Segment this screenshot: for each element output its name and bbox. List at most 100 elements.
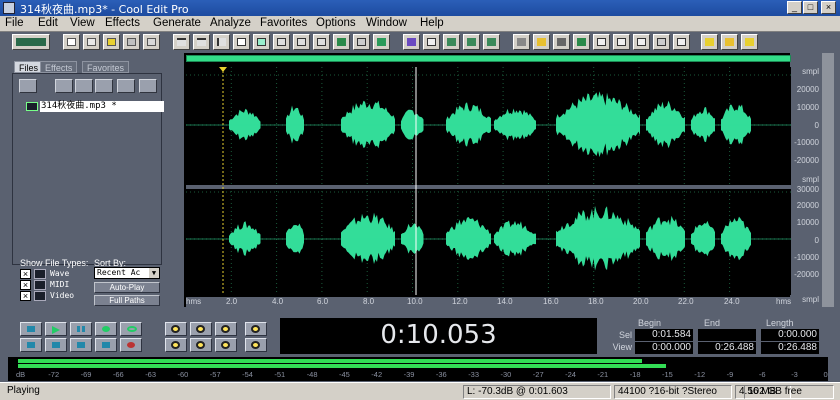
trim-button[interactable] bbox=[313, 34, 330, 50]
sel-length-field[interactable]: 0:00.000 bbox=[761, 329, 819, 341]
grid-button[interactable] bbox=[443, 34, 460, 50]
meter-scale-label: -12 bbox=[694, 370, 706, 379]
close-button[interactable]: × bbox=[821, 1, 836, 14]
play-to-end-button[interactable] bbox=[95, 322, 117, 336]
vertical-scrollbar[interactable] bbox=[822, 53, 834, 307]
zoom-full-icon bbox=[221, 325, 230, 333]
close-file-button[interactable] bbox=[123, 34, 140, 50]
menu-file[interactable]: File bbox=[5, 17, 24, 29]
view-end-field[interactable]: 0:26.488 bbox=[698, 342, 756, 354]
menu-view[interactable]: View bbox=[70, 17, 95, 29]
view-button[interactable] bbox=[673, 34, 690, 50]
menu-help[interactable]: Help bbox=[420, 17, 444, 29]
menu-generate[interactable]: Generate bbox=[153, 17, 201, 29]
paste-button[interactable] bbox=[253, 34, 270, 50]
go-to-end-button[interactable] bbox=[95, 338, 117, 352]
pause-button[interactable] bbox=[70, 322, 92, 336]
tab-effects[interactable]: Effects bbox=[40, 61, 78, 73]
zoom-full-button[interactable] bbox=[215, 322, 237, 336]
level-meter[interactable]: dB -72 -69 -66 -63 -60 -57 -54 -51 -48 -45 -42 -39 -3… bbox=[8, 357, 828, 381]
zoom-out-vertical-button[interactable] bbox=[245, 338, 267, 352]
list-item[interactable]: 314秋夜曲.mp3 * bbox=[26, 101, 164, 112]
play-button[interactable] bbox=[45, 322, 67, 336]
zoom-out-button[interactable] bbox=[190, 322, 212, 336]
view-length-field[interactable]: 0:26.488 bbox=[761, 342, 819, 354]
cd-burn-button[interactable] bbox=[701, 34, 718, 50]
snapshot-button[interactable] bbox=[353, 34, 370, 50]
level-button[interactable] bbox=[613, 34, 630, 50]
envelope-button[interactable] bbox=[423, 34, 440, 50]
menu-edit[interactable]: Edit bbox=[38, 17, 58, 29]
menu-analyze[interactable]: Analyze bbox=[210, 17, 251, 29]
copy-button[interactable] bbox=[233, 34, 250, 50]
play-icon bbox=[52, 326, 60, 334]
close-file-icon[interactable] bbox=[55, 79, 73, 93]
loop-button[interactable] bbox=[120, 322, 142, 336]
favorites-button[interactable] bbox=[653, 34, 670, 50]
video-checkbox[interactable]: × bbox=[20, 291, 31, 301]
undo-button[interactable] bbox=[173, 34, 190, 50]
wave-checkbox[interactable]: × bbox=[20, 269, 31, 279]
settings-button[interactable] bbox=[533, 34, 550, 50]
chevron-down-icon[interactable]: ▼ bbox=[149, 268, 159, 278]
organize-icon[interactable] bbox=[117, 79, 135, 93]
mix-paste-button[interactable] bbox=[273, 34, 290, 50]
zoom-selection-button[interactable] bbox=[165, 338, 187, 352]
import-icon[interactable] bbox=[75, 79, 93, 93]
new-button[interactable] bbox=[63, 34, 80, 50]
sel-begin-field[interactable]: 0:01.584 bbox=[635, 329, 693, 341]
app-icon[interactable] bbox=[3, 2, 15, 14]
help-icon[interactable] bbox=[139, 79, 157, 93]
export-button[interactable] bbox=[373, 34, 390, 50]
menu-favorites[interactable]: Favorites bbox=[260, 17, 307, 29]
help-button[interactable] bbox=[741, 34, 758, 50]
sort-by-select[interactable]: Recent Ac ▼ bbox=[94, 267, 160, 279]
overview-bar[interactable] bbox=[186, 55, 791, 62]
spectral-button[interactable] bbox=[403, 34, 420, 50]
sel-end-field[interactable] bbox=[698, 329, 756, 341]
print-button[interactable] bbox=[143, 34, 160, 50]
meter-scale-label: -69 bbox=[80, 370, 92, 379]
mark-button[interactable] bbox=[333, 34, 350, 50]
save-button[interactable] bbox=[103, 34, 120, 50]
menu-effects[interactable]: Effects bbox=[105, 17, 140, 29]
redo-button[interactable] bbox=[193, 34, 210, 50]
zoom-in-vertical-button[interactable] bbox=[245, 322, 267, 336]
fast-forward-button[interactable] bbox=[70, 338, 92, 352]
play-list-button[interactable] bbox=[483, 34, 500, 50]
delete-button[interactable] bbox=[293, 34, 310, 50]
cut-button[interactable] bbox=[213, 34, 230, 50]
info-button[interactable] bbox=[513, 34, 530, 50]
stop-button[interactable] bbox=[20, 322, 42, 336]
frequency-button[interactable] bbox=[573, 34, 590, 50]
cd-button[interactable] bbox=[633, 34, 650, 50]
menu-options[interactable]: Options bbox=[316, 17, 356, 29]
zoom-right-button[interactable] bbox=[215, 338, 237, 352]
midi-checkbox[interactable]: × bbox=[20, 280, 31, 290]
menu-window[interactable]: Window bbox=[366, 17, 407, 29]
cue-list-button[interactable] bbox=[463, 34, 480, 50]
pause-icon bbox=[77, 326, 85, 332]
time-display: 0:10.053 bbox=[280, 318, 597, 354]
edit-mode-button[interactable] bbox=[12, 34, 50, 50]
rewind-button[interactable] bbox=[45, 338, 67, 352]
maximize-button[interactable]: □ bbox=[803, 1, 818, 14]
full-paths-button[interactable]: Full Paths bbox=[94, 295, 160, 306]
edit-file-icon[interactable] bbox=[95, 79, 113, 93]
scope-button[interactable] bbox=[553, 34, 570, 50]
minimize-button[interactable]: _ bbox=[787, 1, 802, 14]
view-begin-field[interactable]: 0:00.000 bbox=[635, 342, 693, 354]
record-button[interactable] bbox=[120, 338, 142, 352]
time-button[interactable] bbox=[593, 34, 610, 50]
open-file-icon[interactable] bbox=[19, 79, 37, 93]
time-ruler[interactable]: hms 2.0 4.0 6.0 8.0 10.0 12.0 14.0 16.0 … bbox=[186, 297, 791, 308]
tab-favorites[interactable]: Favorites bbox=[82, 61, 130, 73]
open-button[interactable] bbox=[83, 34, 100, 50]
waveform-plot[interactable] bbox=[186, 67, 791, 295]
auto-play-button[interactable]: Auto-Play bbox=[94, 282, 160, 293]
go-to-start-button[interactable] bbox=[20, 338, 42, 352]
tab-files[interactable]: Files bbox=[14, 61, 44, 73]
zoom-left-button[interactable] bbox=[190, 338, 212, 352]
favorites-star-button[interactable] bbox=[721, 34, 738, 50]
zoom-in-button[interactable] bbox=[165, 322, 187, 336]
